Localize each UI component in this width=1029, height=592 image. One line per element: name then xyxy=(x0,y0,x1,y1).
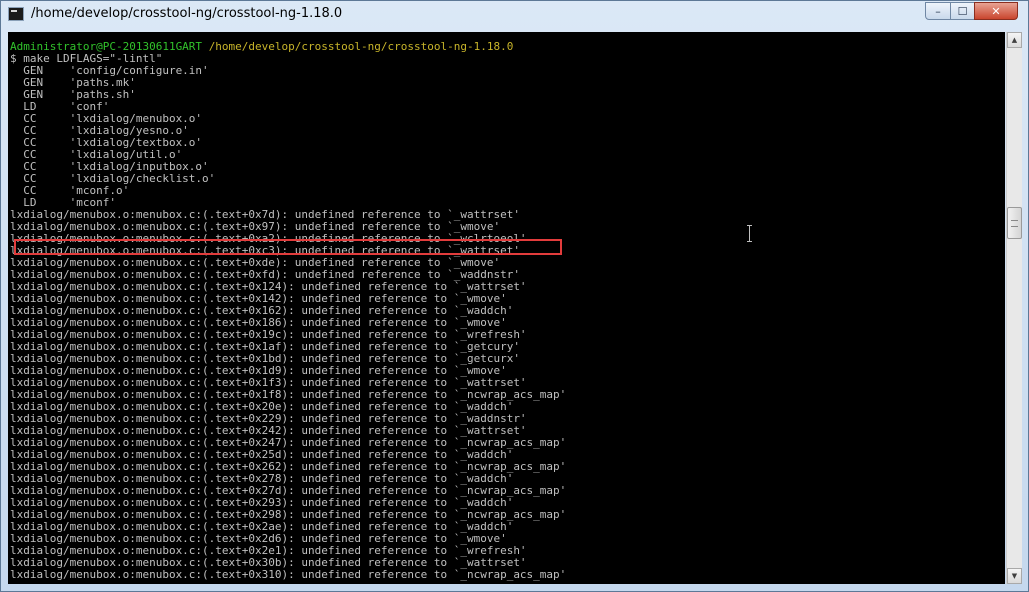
close-button[interactable]: ✕ xyxy=(974,2,1018,20)
minimize-button[interactable]: – xyxy=(925,2,951,20)
scroll-down-arrow-icon[interactable]: ▼ xyxy=(1007,568,1022,584)
vertical-scrollbar[interactable]: ▲ ▼ xyxy=(1006,32,1022,584)
prompt-path: /home/develop/crosstool-ng/crosstool-ng-… xyxy=(208,40,514,53)
window-title: /home/develop/crosstool-ng/crosstool-ng-… xyxy=(31,6,343,21)
title-bar[interactable]: /home/develop/crosstool-ng/crosstool-ng-… xyxy=(1,1,1028,29)
scroll-thumb[interactable] xyxy=(1007,207,1022,239)
maximize-button[interactable]: ☐ xyxy=(950,2,975,20)
console-line: lxdialog/menubox.o:menubox.c:(.text+0x31… xyxy=(10,568,567,581)
error-highlight-box xyxy=(14,239,562,255)
console-output[interactable]: Administrator@PC-20130611GART /home/deve… xyxy=(8,32,1005,584)
scroll-up-arrow-icon[interactable]: ▲ xyxy=(1007,32,1022,48)
text-cursor-icon xyxy=(746,225,754,243)
console-icon[interactable] xyxy=(8,7,24,21)
terminal-window: /home/develop/crosstool-ng/crosstool-ng-… xyxy=(0,0,1029,592)
console-lines: Administrator@PC-20130611GART /home/deve… xyxy=(10,41,566,581)
